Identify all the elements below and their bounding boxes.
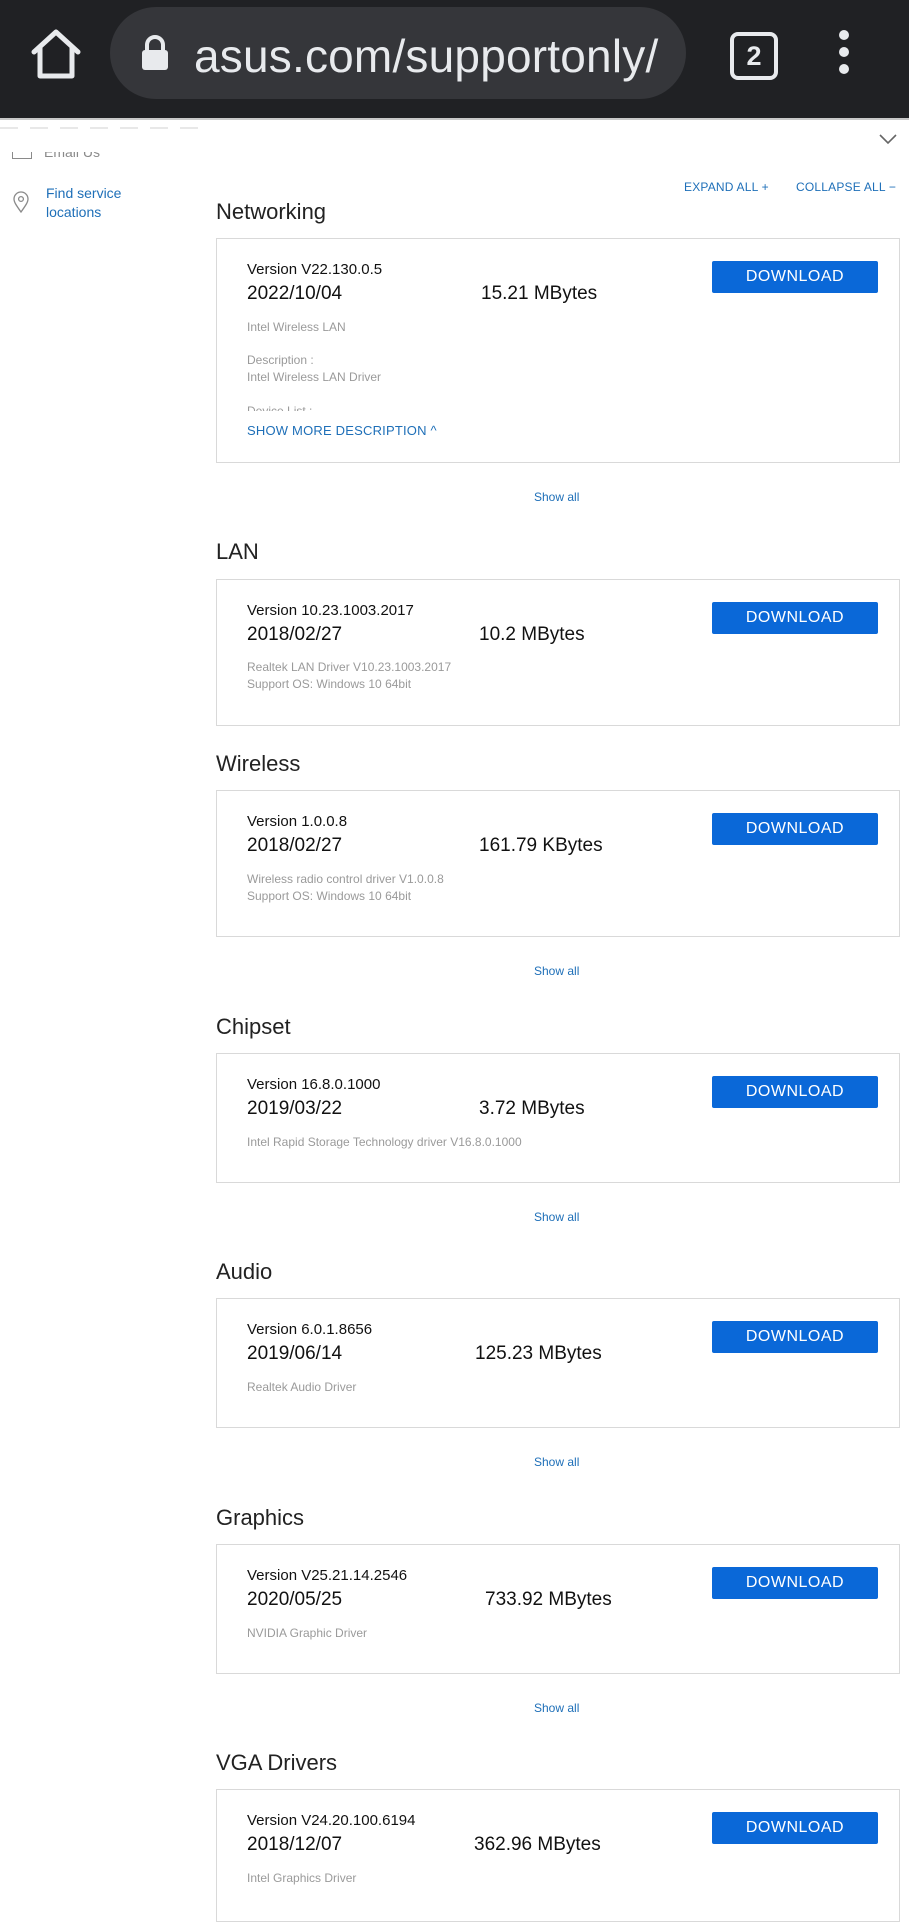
sidebar-email-item[interactable]: Email Us: [10, 152, 130, 162]
driver-version: Version 16.8.0.1000: [247, 1076, 381, 1093]
driver-size: 3.72 MBytes: [479, 1098, 585, 1119]
section-title-audio: Audio: [216, 1259, 273, 1284]
driver-card-audio: Version 6.0.1.8656 2019/06/14 125.23 MBy…: [216, 1298, 900, 1428]
driver-date: 2018/02/27: [247, 624, 343, 645]
device-list-clipped: Device List :: [247, 404, 313, 411]
section-title-vga-drivers: VGA Drivers: [216, 1750, 338, 1775]
location-pin-icon: [13, 191, 29, 214]
show-more-description-link[interactable]: SHOW MORE DESCRIPTION ^: [247, 423, 437, 438]
driver-desc-line: Realtek Audio Driver: [247, 1380, 357, 1394]
driver-card-chipset: Version 16.8.0.1000 2019/03/22 3.72 MByt…: [216, 1053, 900, 1183]
tab-switcher-button[interactable]: 2: [730, 32, 778, 80]
cutoff-nav-dashes: [0, 127, 200, 129]
section-title-graphics: Graphics: [216, 1505, 305, 1530]
section-title-lan: LAN: [216, 539, 259, 564]
show-all-link-networking[interactable]: Show all: [534, 490, 579, 504]
sidebar-email-label: Email Us: [44, 152, 101, 160]
driver-card-lan: Version 10.23.1003.2017 2018/02/27 10.2 …: [216, 579, 900, 726]
show-all-link-graphics[interactable]: Show all: [534, 1701, 579, 1715]
download-button[interactable]: DOWNLOAD: [712, 602, 878, 634]
driver-desc-line: Support OS: Windows 10 64bit: [247, 889, 412, 903]
home-icon[interactable]: [28, 26, 84, 82]
driver-card-graphics: Version V25.21.14.2546 2020/05/25 733.92…: [216, 1544, 900, 1674]
driver-date: 2020/05/25: [247, 1589, 343, 1610]
driver-desc-line: Intel Wireless LAN: [247, 320, 346, 334]
description-text: Intel Wireless LAN Driver: [247, 370, 382, 384]
driver-date: 2019/06/14: [247, 1343, 343, 1364]
show-all-link-chipset[interactable]: Show all: [534, 1210, 579, 1224]
download-button[interactable]: DOWNLOAD: [712, 1321, 878, 1353]
section-title-wireless: Wireless: [216, 751, 301, 776]
address-bar[interactable]: asus.com/supportonly/: [110, 7, 686, 99]
driver-date: 2022/10/04: [247, 283, 343, 304]
driver-version: Version 10.23.1003.2017: [247, 602, 414, 619]
chevron-down-icon[interactable]: [878, 132, 898, 146]
driver-version: Version 6.0.1.8656: [247, 1321, 373, 1338]
driver-desc-line: NVIDIA Graphic Driver: [247, 1626, 368, 1640]
driver-desc-line: Wireless radio control driver V1.0.0.8: [247, 872, 444, 886]
mail-icon: [12, 152, 32, 159]
driver-date: 2018/02/27: [247, 835, 343, 856]
expand-all-button[interactable]: EXPAND ALL +: [684, 180, 769, 194]
driver-desc-line: Intel Rapid Storage Technology driver V1…: [247, 1135, 522, 1149]
driver-desc-line: Support OS: Windows 10 64bit: [247, 677, 412, 691]
lock-icon: [142, 35, 168, 70]
url-text: asus.com/supportonly/: [194, 30, 659, 82]
toolbar-divider: [0, 118, 909, 120]
driver-size: 15.21 MBytes: [481, 283, 598, 304]
show-all-link-wireless[interactable]: Show all: [534, 964, 579, 978]
download-button[interactable]: DOWNLOAD: [712, 1812, 878, 1844]
driver-card-networking: Version V22.130.0.5 2022/10/04 15.21 MBy…: [216, 238, 900, 463]
driver-size: 362.96 MBytes: [474, 1834, 601, 1855]
driver-card-vga-drivers: Version V24.20.100.6194 2018/12/07 362.9…: [216, 1789, 900, 1922]
driver-version: Version V22.130.0.5: [247, 261, 383, 278]
find-service-label: Find service locations: [46, 185, 122, 220]
driver-desc-line: Realtek LAN Driver V10.23.1003.2017: [247, 660, 452, 674]
driver-version: Version V24.20.100.6194: [247, 1812, 416, 1829]
driver-card-wireless: Version 1.0.0.8 2018/02/27 161.79 KBytes…: [216, 790, 900, 937]
download-button[interactable]: DOWNLOAD: [712, 813, 878, 845]
download-button[interactable]: DOWNLOAD: [712, 261, 878, 293]
driver-date: 2018/12/07: [247, 1834, 343, 1855]
collapse-all-button[interactable]: COLLAPSE ALL −: [796, 180, 896, 194]
driver-date: 2019/03/22: [247, 1098, 343, 1119]
download-button[interactable]: DOWNLOAD: [712, 1567, 878, 1599]
driver-version: Version V25.21.14.2546: [247, 1567, 408, 1584]
driver-desc-line: Intel Graphics Driver: [247, 1871, 357, 1885]
section-title-networking: Networking: [216, 199, 327, 224]
driver-version: Version 1.0.0.8: [247, 813, 348, 830]
more-menu-icon[interactable]: [822, 30, 866, 80]
section-title-chipset: Chipset: [216, 1014, 291, 1039]
driver-size: 125.23 MBytes: [475, 1343, 602, 1364]
driver-size: 10.2 MBytes: [479, 624, 585, 645]
download-button[interactable]: DOWNLOAD: [712, 1076, 878, 1108]
show-all-link-audio[interactable]: Show all: [534, 1455, 579, 1469]
driver-size: 161.79 KBytes: [479, 835, 603, 856]
driver-size: 733.92 MBytes: [485, 1589, 612, 1610]
browser-toolbar: asus.com/supportonly/ 2: [0, 0, 909, 118]
description-label: Description :: [247, 353, 314, 367]
